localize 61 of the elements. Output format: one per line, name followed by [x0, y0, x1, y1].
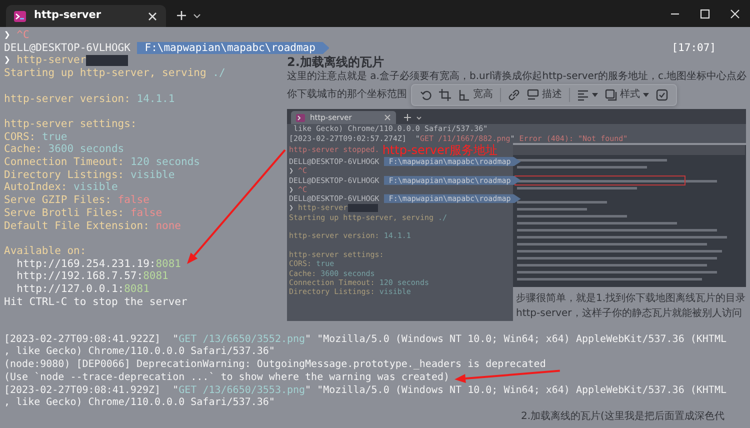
terminal-line: http://169.254.231.19:8081: [16, 258, 182, 270]
terminal-line: Hit CTRL-C to stop the server: [4, 296, 188, 308]
article-paragraph: 你下载城市的那个坐标范围: [287, 88, 407, 102]
plus-icon: [404, 114, 411, 122]
caption-icon: [527, 89, 539, 102]
terminal-line: , like Gecko) Chrome/110.0.0.0 Safari/537.36": [4, 346, 275, 359]
close-icon: [384, 114, 391, 122]
terminal-line: AutoIndex: visible: [4, 181, 118, 194]
terminal-line: Directory Listings: visible: [4, 168, 175, 182]
article-paragraph: 这里的注意点就是 a.盒子必须要有宽高，b.url请换成你起http-server的服务地址，c.地图坐标中心点必: [287, 70, 746, 84]
terminal-line: Serve GZIP Files: false: [4, 194, 150, 207]
caret-down-icon: [592, 93, 598, 98]
terminal-line: http://192.168.7.57:8081: [16, 270, 168, 284]
toolbar-button[interactable]: 宽高: [458, 89, 493, 102]
align-button[interactable]: [577, 89, 598, 102]
article-heading: 2.加载离线的瓦片: [287, 54, 385, 70]
align-left-icon: [577, 89, 589, 102]
frame-icon: [605, 89, 617, 102]
terminal-line: ❯ http-server: [4, 54, 86, 68]
resize-icon: [458, 89, 470, 102]
terminal-line: CORS: true: [4, 130, 68, 144]
terminal-line: [2023-02-27T09:08:41.922Z] "GET /13/6650/3552.png" "Mozilla/5.0 (Windows NT 10.0; Win64; x64) AppleWebKit/537.36 (KHTML: [4, 334, 726, 346]
caret-down-icon: [643, 93, 649, 98]
terminal-line: , like Gecko) Chrome/110.0.0.0 Safari/537.36": [4, 397, 275, 410]
toolbar-button[interactable]: 样式: [605, 89, 649, 102]
link-icon[interactable]: [508, 89, 520, 102]
close-icon[interactable]: [147, 10, 158, 22]
terminal-line: (node:9080) [DEP0066] DeprecationWarning: OutgoingMessage.prototype._headers is deprecated: [4, 359, 546, 372]
terminal-line: Available on:: [4, 244, 86, 258]
timestamp: [17:07]: [672, 42, 717, 54]
terminal-line: [2023-02-27T09:08:41.929Z] "GET /13/6650/3553.png" "Mozilla/5.0 (Windows NT 10.0; Win64; x64) AppleWebKit/537.36 (KHTML: [4, 384, 726, 397]
terminal-line: http-server version: 14.1.1: [4, 92, 175, 106]
caret-down-icon[interactable]: [193, 13, 201, 19]
rotate-icon[interactable]: [420, 89, 432, 102]
terminal-line: Default File Extension: none: [4, 220, 182, 232]
toolbar-button[interactable]: 描述: [527, 89, 562, 102]
annotation-label: http-server服务地址: [382, 143, 498, 157]
terminal-icon: [296, 114, 305, 122]
redacted-block: [348, 204, 378, 212]
plus-icon[interactable]: [176, 10, 187, 21]
crop-icon[interactable]: [439, 89, 451, 102]
maximize-icon[interactable]: [700, 8, 710, 18]
terminal-line: ❯ ^C: [4, 29, 30, 42]
terminal-line: Connection Timeout: 120 seconds: [4, 156, 200, 169]
terminal-line: Cache: 3600 seconds: [4, 143, 124, 156]
redacted-block: [86, 55, 128, 66]
path-segment: F:\mapwapian\mapabc\roadmap: [136, 42, 330, 54]
terminal-line: DELL@DESKTOP-6VLHOGK: [4, 42, 132, 54]
article-paragraph: 步骤很简单，就是1.找到你下载地图离线瓦片的目录: [515, 292, 746, 306]
terminal-line: Starting up http-server, serving ./: [4, 67, 226, 80]
terminal-line: (Use `node --trace-deprecation ...` to show where the warning was created): [4, 372, 450, 384]
article-paragraph: http-server，这样子你的静态瓦片就能被别人访问: [515, 306, 743, 321]
article-paragraph: 2.加载离线的瓦片(这里我是把后面置成深色代: [520, 410, 726, 423]
terminal-line: http-server settings:: [4, 118, 137, 131]
caret-down-icon: [416, 116, 422, 120]
close-icon[interactable]: [730, 8, 740, 18]
terminal-line: http://127.0.0.1:8081: [16, 283, 150, 296]
terminal-icon: [14, 10, 26, 22]
terminal-line: Serve Brotli Files: false: [4, 206, 162, 220]
terminal-tab[interactable]: http-server: [6, 5, 166, 27]
check-frame-icon[interactable]: [656, 89, 668, 102]
